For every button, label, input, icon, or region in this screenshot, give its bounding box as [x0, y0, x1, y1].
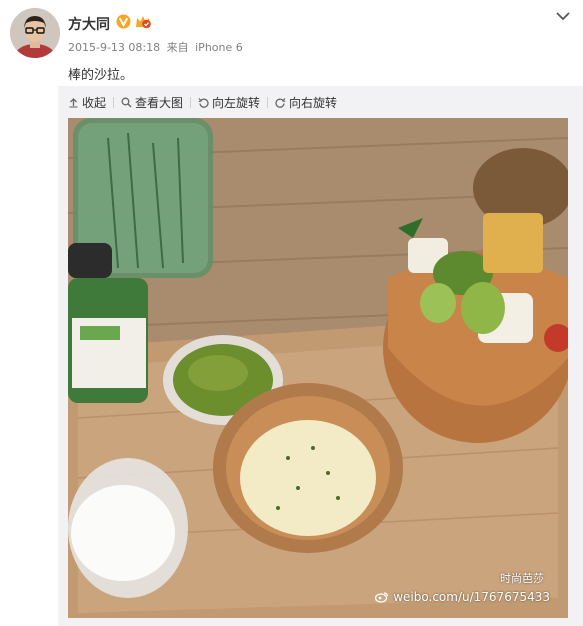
avatar-image [10, 8, 60, 58]
rotate-right-button[interactable]: 向右旋转 [275, 94, 337, 111]
post-source-prefix: 来自 [166, 41, 189, 54]
chevron-down-icon[interactable] [555, 10, 571, 22]
rotate-left-button[interactable]: 向左旋转 [198, 94, 260, 111]
watermark-caption: 时尚芭莎 [500, 572, 544, 585]
toolbar-divider [190, 96, 192, 108]
collapse-button[interactable]: 收起 [68, 94, 106, 111]
vip-badge-icon[interactable] [134, 13, 152, 30]
weibo-logo-icon [375, 592, 389, 603]
post-text: 棒的沙拉。 [68, 68, 134, 83]
avatar[interactable] [10, 8, 60, 58]
rotate-left-label: 向左旋转 [212, 95, 261, 110]
rotate-left-icon [198, 97, 209, 108]
salad-photo-image [68, 118, 568, 618]
magnifier-icon [121, 97, 132, 107]
verified-v-icon [116, 14, 131, 29]
post-source-device[interactable]: iPhone 6 [195, 41, 243, 54]
photo-watermark: weibo.com/u/1767675433 [375, 590, 550, 604]
toolbar-divider [267, 96, 269, 108]
post-photo[interactable]: 时尚芭莎 weibo.com/u/1767675433 [68, 118, 568, 618]
username[interactable]: 方大同 [68, 14, 110, 34]
view-large-label: 查看大图 [135, 95, 184, 110]
post-timestamp[interactable]: 2015-9-13 08:18 [68, 41, 160, 54]
collapse-label: 收起 [82, 95, 107, 110]
view-large-button[interactable]: 查看大图 [121, 94, 183, 111]
arrow-up-icon [69, 97, 78, 108]
toolbar-divider [113, 96, 115, 108]
image-toolbar: 收起 查看大图 向左旋转 向右旋转 [68, 94, 337, 110]
weibo-post-card: 方大同 2015-9-13 08:18 来自 iPhone 6 棒的沙拉。 收起 [0, 0, 583, 626]
post-meta: 2015-9-13 08:18 来自 iPhone 6 [68, 39, 246, 55]
rotate-right-icon [275, 97, 286, 108]
rotate-right-label: 向右旋转 [289, 95, 338, 110]
watermark-url: weibo.com/u/1767675433 [393, 590, 550, 604]
